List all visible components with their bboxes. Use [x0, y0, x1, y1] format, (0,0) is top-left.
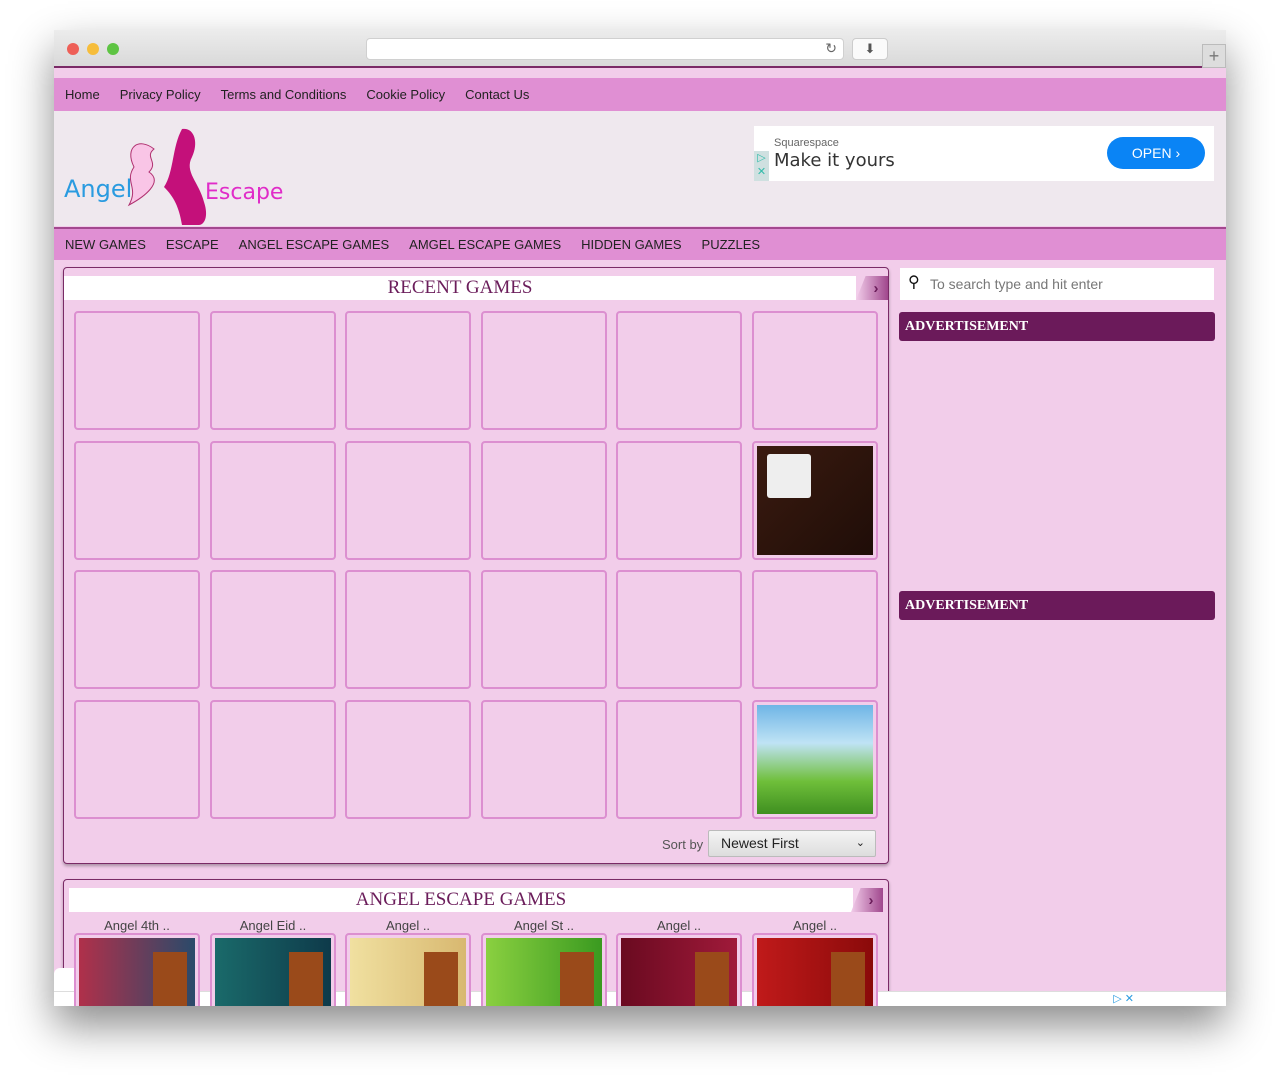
game-tile[interactable] — [481, 570, 607, 689]
cat-new-games[interactable]: NEW GAMES — [65, 237, 146, 252]
game-tile[interactable] — [345, 700, 471, 819]
game-thumbnail — [757, 705, 873, 814]
game-tile[interactable] — [210, 441, 336, 560]
game-thumbnail — [215, 938, 331, 1006]
game-tile[interactable] — [616, 311, 742, 430]
cat-angel-escape[interactable]: ANGEL ESCAPE GAMES — [239, 237, 390, 252]
game-tile[interactable] — [752, 441, 878, 560]
cat-amgel-escape[interactable]: AMGEL ESCAPE GAMES — [409, 237, 561, 252]
game-thumbnail — [486, 938, 602, 1006]
adchoices-icon[interactable]: ▷ ✕ — [1113, 992, 1134, 1005]
game-tile[interactable] — [752, 311, 878, 430]
nav-terms[interactable]: Terms and Conditions — [221, 87, 347, 102]
recent-games-title: RECENT GAMES — [64, 276, 856, 300]
advertisement-heading: ADVERTISEMENT — [899, 591, 1215, 620]
close-window-button[interactable] — [67, 43, 79, 55]
game-tile[interactable] — [74, 311, 200, 430]
game-tile[interactable] — [74, 933, 200, 1006]
game-thumbnail — [621, 938, 737, 1006]
game-caption[interactable]: Angel Eid .. — [210, 918, 336, 933]
nav-home[interactable]: Home — [65, 87, 100, 102]
top-nav: Home Privacy Policy Terms and Conditions… — [54, 78, 1226, 111]
new-tab-button[interactable]: + — [1202, 44, 1226, 68]
game-tile[interactable] — [74, 441, 200, 560]
game-tile[interactable] — [616, 441, 742, 560]
game-tile[interactable] — [481, 311, 607, 430]
browser-window: ↻ ⬇ + Home Privacy Policy Terms and Cond… — [54, 30, 1226, 1006]
address-bar[interactable]: ↻ — [366, 38, 844, 60]
game-thumbnail — [350, 938, 466, 1006]
game-tile[interactable] — [210, 933, 336, 1006]
game-tile[interactable] — [345, 441, 471, 560]
adchoices-icon[interactable]: ▷ ✕ — [754, 151, 769, 181]
search-input[interactable]: ⚲ To search type and hit enter — [900, 268, 1214, 300]
game-tile[interactable] — [481, 700, 607, 819]
svg-text:Escape: Escape — [205, 180, 283, 205]
ad-headline: Make it yours — [774, 150, 895, 171]
game-tile[interactable] — [752, 700, 878, 819]
game-tile[interactable] — [74, 570, 200, 689]
game-tile[interactable] — [481, 441, 607, 560]
game-tile[interactable] — [616, 570, 742, 689]
site-logo[interactable]: Angel Escape — [64, 127, 289, 227]
advertisement-heading: ADVERTISEMENT — [899, 312, 1215, 341]
chevron-right-icon[interactable]: › — [851, 888, 883, 912]
cat-hidden[interactable]: HIDDEN GAMES — [581, 237, 681, 252]
nav-privacy-policy[interactable]: Privacy Policy — [120, 87, 201, 102]
game-thumbnail — [79, 938, 195, 1006]
game-caption[interactable]: Angel .. — [616, 918, 742, 933]
game-caption[interactable]: Angel St .. — [481, 918, 607, 933]
maximize-window-button[interactable] — [107, 43, 119, 55]
game-tile[interactable] — [345, 570, 471, 689]
sort-label: Sort by — [662, 837, 704, 852]
chevron-down-icon: ⌄ — [855, 837, 865, 849]
game-thumbnail — [757, 938, 873, 1006]
reload-icon[interactable]: ↻ — [825, 40, 837, 57]
site-header: Angel Escape ▷ ✕ Squarespace Make it your… — [54, 111, 1226, 226]
game-caption[interactable]: Angel .. — [345, 918, 471, 933]
sort-select[interactable]: Newest First ⌄ — [708, 830, 876, 857]
svg-text:Angel: Angel — [64, 175, 132, 203]
ad-brand: Squarespace — [774, 137, 839, 149]
game-caption[interactable]: Angel 4th .. — [74, 918, 200, 933]
cat-puzzles[interactable]: PUZZLES — [702, 237, 761, 252]
download-icon[interactable]: ⬇ — [852, 38, 888, 60]
game-thumbnail — [757, 446, 873, 555]
game-tile[interactable] — [616, 700, 742, 819]
nav-cookie-policy[interactable]: Cookie Policy — [366, 87, 445, 102]
browser-toolbar: ↻ ⬇ + — [54, 30, 1226, 68]
game-caption[interactable]: Angel .. — [752, 918, 878, 933]
chevron-right-icon[interactable]: › — [856, 276, 888, 300]
game-tile[interactable] — [752, 570, 878, 689]
nav-contact[interactable]: Contact Us — [465, 87, 529, 102]
game-tile[interactable] — [481, 933, 607, 1006]
game-tile[interactable] — [210, 311, 336, 430]
search-icon: ⚲ — [908, 274, 920, 291]
game-tile[interactable] — [345, 311, 471, 430]
ad-open-button[interactable]: OPEN › — [1107, 137, 1205, 169]
minimize-window-button[interactable] — [87, 43, 99, 55]
game-tile[interactable] — [74, 700, 200, 819]
game-tile[interactable] — [752, 933, 878, 1006]
cat-escape[interactable]: ESCAPE — [166, 237, 219, 252]
game-tile[interactable] — [210, 570, 336, 689]
category-nav: NEW GAMES ESCAPE ANGEL ESCAPE GAMES AMGE… — [54, 227, 1226, 260]
ad-banner[interactable]: ▷ ✕ Squarespace Make it yours OPEN › — [754, 126, 1214, 181]
game-tile[interactable] — [616, 933, 742, 1006]
game-tile[interactable] — [210, 700, 336, 819]
game-tile[interactable] — [345, 933, 471, 1006]
angel-escape-title: ANGEL ESCAPE GAMES — [69, 888, 853, 912]
